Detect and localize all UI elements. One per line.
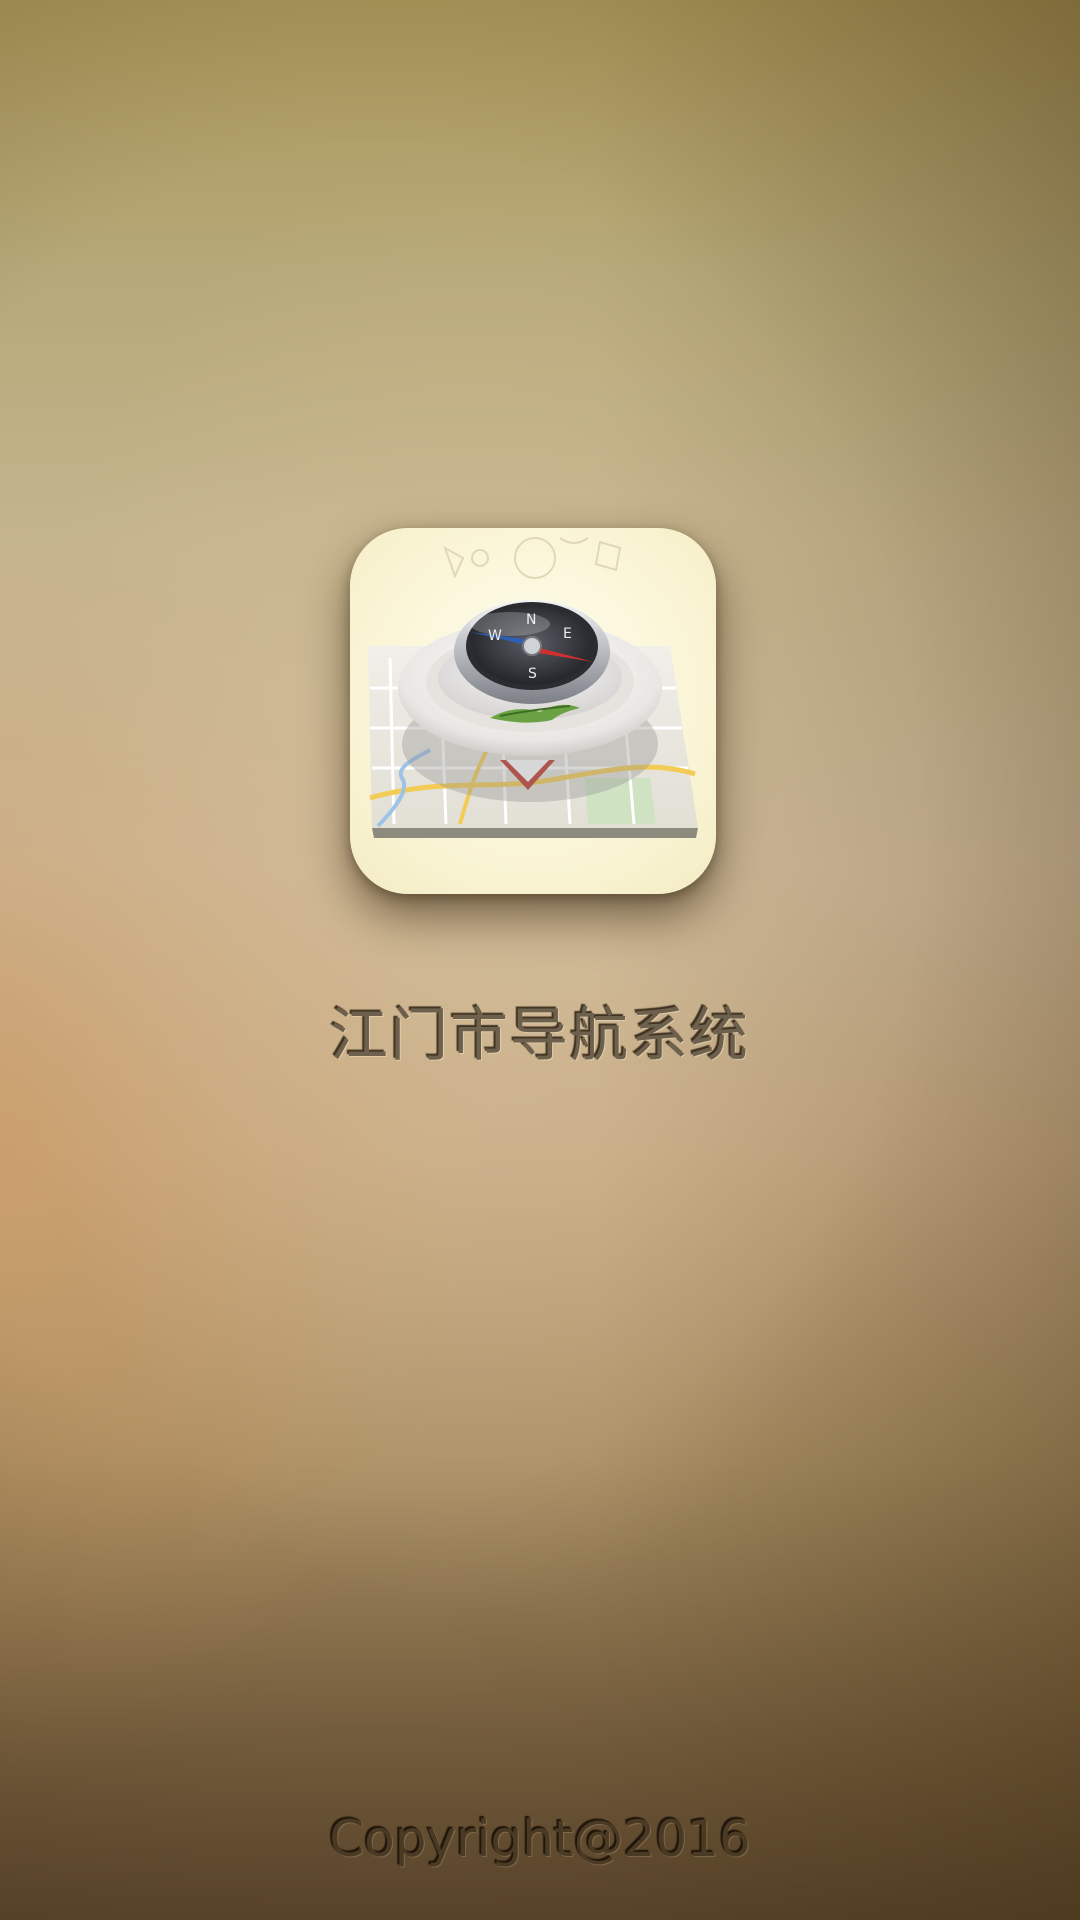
compass-map-icon: N E S W (350, 528, 716, 894)
copyright-text: Copyright@2016 (329, 1810, 751, 1868)
svg-text:E: E (563, 626, 572, 642)
background-vignette (0, 0, 1080, 1920)
svg-text:S: S (528, 666, 537, 682)
app-title: 江门市导航系统 (329, 1001, 750, 1069)
